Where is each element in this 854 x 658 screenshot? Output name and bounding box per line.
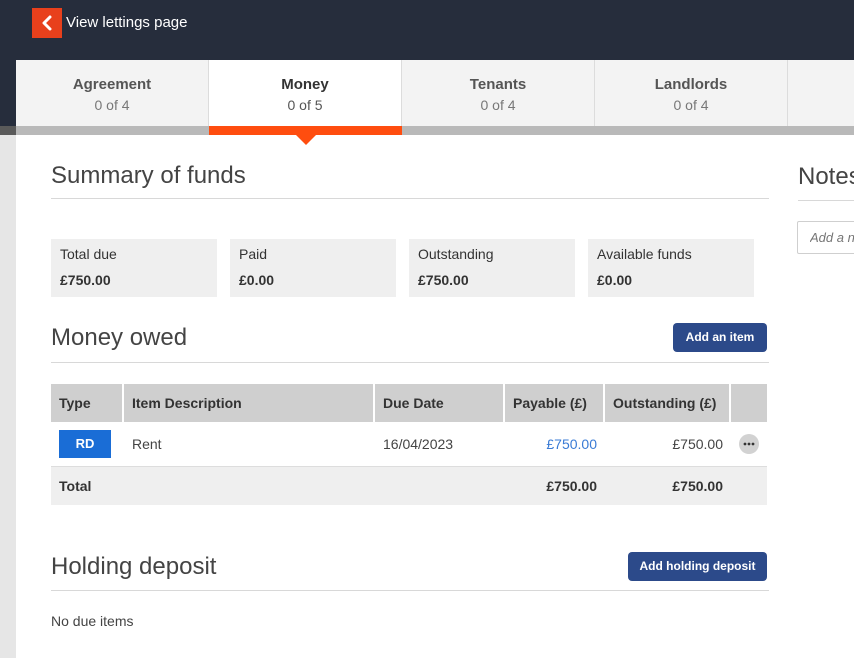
summary-label: Available funds: [597, 246, 692, 262]
column-header-payable[interactable]: Payable (£): [505, 384, 605, 422]
summary-label: Outstanding: [418, 246, 494, 262]
column-header-actions: [731, 384, 767, 422]
active-tab-pointer: [296, 135, 316, 145]
money-owed-table: Type Item Description Due Date Payable (…: [51, 384, 767, 505]
tab-agreement[interactable]: Agreement 0 of 4: [16, 60, 209, 126]
summary-value: £750.00: [60, 272, 111, 288]
holding-deposit-title: Holding deposit: [51, 553, 217, 580]
tab-tenants[interactable]: Tenants 0 of 4: [402, 60, 595, 126]
summary-value: £750.00: [418, 272, 469, 288]
summary-divider: [51, 198, 769, 199]
total-label: Total: [59, 478, 92, 494]
total-outstanding: £750.00: [672, 478, 723, 494]
ellipsis-icon: [743, 442, 755, 446]
description-cell: Rent: [132, 436, 162, 452]
back-link[interactable]: View lettings page: [66, 14, 187, 31]
more-options-button[interactable]: [739, 434, 759, 454]
table-total-row: Total £750.00 £750.00: [51, 467, 767, 505]
total-payable: £750.00: [546, 478, 597, 494]
summary-label: Paid: [239, 246, 268, 262]
summary-value: £0.00: [239, 272, 275, 288]
column-header-description[interactable]: Item Description: [124, 384, 375, 422]
empty-state-text: No due items: [51, 613, 134, 629]
chevron-left-icon: [42, 15, 52, 31]
tab-progress-bar: [16, 126, 854, 135]
notes-title: Notes: [798, 163, 854, 190]
tab-filler: [788, 60, 854, 126]
tab-count: 0 of 5: [287, 97, 323, 113]
table-header: Type Item Description Due Date Payable (…: [51, 384, 767, 422]
back-button[interactable]: [32, 8, 62, 38]
tab-count: 0 of 4: [673, 97, 709, 113]
summary-total-due: Total due £750.00: [51, 239, 217, 297]
summary-available-funds: Available funds £0.00: [588, 239, 754, 297]
row-actions-cell: [731, 434, 767, 454]
summary-label: Total due: [60, 246, 117, 262]
add-holding-deposit-button[interactable]: Add holding deposit: [628, 552, 767, 581]
summary-title: Summary of funds: [51, 162, 246, 189]
left-gutter: [0, 135, 16, 658]
money-owed-title: Money owed: [51, 324, 188, 351]
tab-money[interactable]: Money 0 of 5: [209, 60, 402, 126]
tab-count: 0 of 4: [480, 97, 516, 113]
tab-title: Agreement: [72, 76, 152, 93]
summary-outstanding: Outstanding £750.00: [409, 239, 575, 297]
payable-link[interactable]: £750.00: [505, 436, 605, 452]
add-item-button[interactable]: Add an item: [673, 323, 767, 352]
tab-progress-active: [209, 126, 402, 135]
holding-deposit-divider: [51, 590, 769, 591]
summary-value: £0.00: [597, 272, 633, 288]
type-cell: RD: [51, 430, 124, 458]
table-row: RD Rent 16/04/2023 £750.00 £750.00: [51, 422, 767, 467]
tab-bar: Agreement 0 of 4 Money 0 of 5 Tenants 0 …: [16, 60, 854, 126]
tab-title: Landlords: [654, 76, 728, 93]
outstanding-cell: £750.00: [672, 436, 723, 452]
tab-title: Tenants: [469, 76, 527, 93]
tab-landlords[interactable]: Landlords 0 of 4: [595, 60, 788, 126]
add-note-input[interactable]: [797, 221, 854, 254]
progress-edge: [0, 126, 16, 135]
column-header-outstanding[interactable]: Outstanding (£): [605, 384, 731, 422]
due-date-cell: 16/04/2023: [383, 436, 454, 452]
type-badge: RD: [59, 430, 111, 458]
column-header-due-date[interactable]: Due Date: [375, 384, 505, 422]
tab-title: Money: [281, 76, 329, 93]
summary-paid: Paid £0.00: [230, 239, 396, 297]
column-header-type[interactable]: Type: [51, 384, 124, 422]
money-owed-divider: [51, 362, 769, 363]
notes-divider: [798, 200, 854, 201]
tab-count: 0 of 4: [94, 97, 130, 113]
